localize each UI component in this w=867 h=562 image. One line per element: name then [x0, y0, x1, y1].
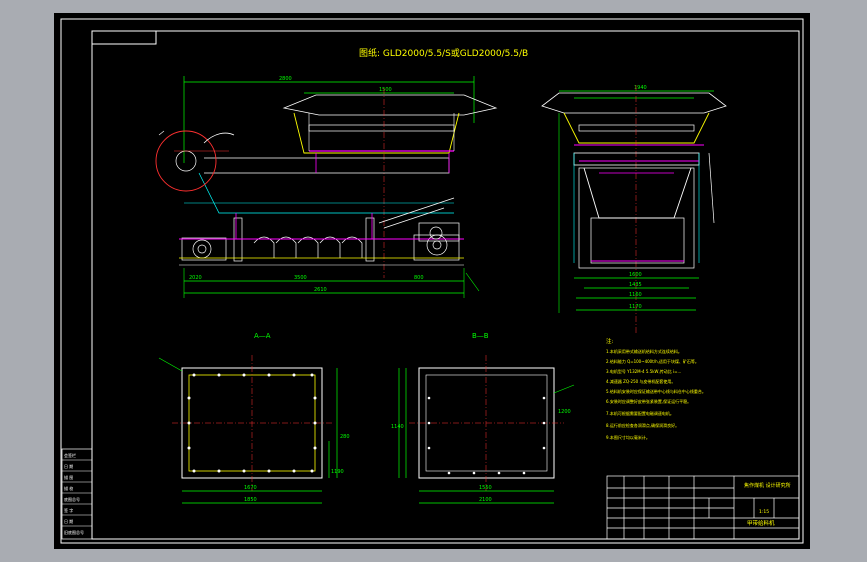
- technical-notes: 注: 1.本机采用带式输送机给料方式连续给料。 2.给料能力 Q=100~400…: [606, 337, 706, 440]
- strip-cell: 描 校: [64, 485, 73, 491]
- left-revision-strip: 会签栏 日 期 描 图 描 校 底图总号 签 字 日 期 旧底图总号: [61, 448, 93, 540]
- cad-viewport[interactable]: 图纸: GLD2000/5.5/S或GLD2000/5.5/B 2800 150…: [0, 0, 867, 562]
- front-elevation: 1940 1600 1435 1160 1170: [541, 85, 727, 333]
- dim-plan-b-0: 1140: [391, 424, 404, 430]
- note-line: 2.给料能力 Q=100~400t/h,适用于块煤、矿石等。: [606, 358, 699, 364]
- strip-cell: 日 期: [64, 463, 73, 469]
- strip-cell: 日 期: [64, 518, 73, 524]
- title-block-company: 焦作煤机 设计研究所: [744, 482, 791, 489]
- title-block-product: 甲带给料机: [747, 519, 775, 527]
- plan-section-b: 1140 2100 1550 1200: [391, 355, 575, 504]
- note-line: 7.本机可根据需要配置电磁调速电机。: [606, 410, 674, 416]
- note-line: 8.运行前应检查各润滑点,确保润滑良好。: [606, 422, 679, 428]
- title-block-scale: 1:15: [759, 509, 769, 515]
- note-line: 9.本图尺寸均以毫米计。: [606, 434, 650, 440]
- note-line: 3.电机型号 Y132M-4 5.5kW,传动比 i=...: [606, 368, 681, 374]
- dim-front-4: 1170: [629, 304, 642, 310]
- dim-side-3: 3500: [294, 275, 307, 281]
- inner-border: [91, 30, 800, 540]
- dim-front-2: 1435: [629, 282, 642, 288]
- dim-plan-a-3: 1190: [331, 469, 344, 475]
- note-line: 4.减速器 ZQ-250 与皮带机配套使用。: [606, 378, 675, 384]
- dim-side-4: 800: [414, 275, 424, 281]
- dim-side-1: 1500: [379, 87, 392, 93]
- side-elevation: 2800 1500 2020 3500 800 2610: [155, 76, 498, 298]
- dim-side-0: 2800: [279, 76, 292, 82]
- note-line: 6.安装时应调整好皮带张紧装置,保证运行平稳。: [606, 398, 691, 404]
- dim-side-2: 2020: [189, 275, 202, 281]
- section-label-a: A—A: [254, 332, 271, 340]
- dim-plan-a-1: 1850: [244, 497, 257, 503]
- drawing-sheet: 图纸: GLD2000/5.5/S或GLD2000/5.5/B 2800 150…: [60, 18, 804, 544]
- dim-plan-a-2: 280: [340, 434, 350, 440]
- section-label-b: B—B: [472, 332, 489, 340]
- dim-plan-a-0: 1670: [244, 485, 257, 491]
- note-line: 1.本机采用带式输送机给料方式连续给料。: [606, 348, 682, 354]
- dim-side-5: 2610: [314, 287, 327, 293]
- strip-cell: 旧底图总号: [64, 529, 84, 535]
- drawing-canvas[interactable]: 图纸: GLD2000/5.5/S或GLD2000/5.5/B 2800 150…: [54, 13, 810, 549]
- dim-plan-b-3: 1200: [558, 409, 571, 415]
- strip-cell: 描 图: [64, 474, 73, 480]
- corner-box: [91, 30, 157, 45]
- notes-title: 注:: [606, 337, 614, 345]
- plan-section-a: 1670 1850 280 1190: [158, 355, 350, 504]
- dim-plan-b-2: 1550: [479, 485, 492, 491]
- strip-cell: 底图总号: [64, 496, 80, 502]
- strip-cell: 会签栏: [64, 452, 76, 458]
- dim-front-3: 1160: [629, 292, 642, 298]
- drawing-title: 图纸: GLD2000/5.5/S或GLD2000/5.5/B: [359, 47, 528, 59]
- dim-plan-b-1: 2100: [479, 497, 492, 503]
- strip-cell: 签 字: [64, 507, 73, 513]
- note-line: 5.给料机安装时应保证输送带中心线与料仓中心线重合。: [606, 388, 706, 394]
- dim-front-1: 1600: [629, 272, 642, 278]
